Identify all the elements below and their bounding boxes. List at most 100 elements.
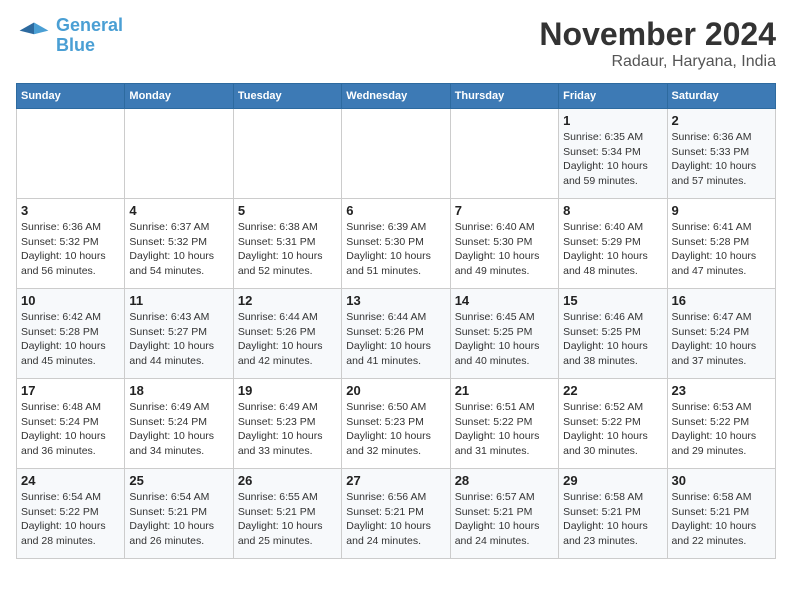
day-number: 12 [238, 293, 337, 308]
day-info: Sunrise: 6:44 AMSunset: 5:26 PMDaylight:… [346, 310, 445, 369]
calendar-cell: 18Sunrise: 6:49 AMSunset: 5:24 PMDayligh… [125, 379, 233, 469]
day-info: Sunrise: 6:57 AMSunset: 5:21 PMDaylight:… [455, 490, 554, 549]
calendar-cell: 4 Sunrise: 6:37 AMSunset: 5:32 PMDaylight… [125, 199, 233, 289]
day-number: 3 [21, 203, 120, 218]
logo-icon [16, 18, 52, 54]
day-info: Sunrise: 6:36 AMSunset: 5:32 PMDaylight:… [21, 220, 120, 279]
day-info: Sunrise: 6:38 AMSunset: 5:31 PMDaylight:… [238, 220, 337, 279]
day-number: 2 [672, 113, 771, 128]
day-info: Sunrise: 6:40 AMSunset: 5:29 PMDaylight:… [563, 220, 662, 279]
calendar-cell: 23 Sunrise: 6:53 AMSunset: 5:22 PMDayligh… [667, 379, 775, 469]
location: Radaur, Haryana, India [539, 53, 776, 71]
logo-text: General Blue [56, 16, 123, 56]
calendar-cell: 5 Sunrise: 6:38 AMSunset: 5:31 PMDaylight… [233, 199, 341, 289]
calendar-cell: 15 Sunrise: 6:46 AMSunset: 5:25 PMDayligh… [559, 289, 667, 379]
day-info: Sunrise: 6:54 AMSunset: 5:21 PMDaylight:… [129, 490, 228, 549]
day-number: 22 [563, 383, 662, 398]
day-number: 20 [346, 383, 445, 398]
calendar-cell [233, 109, 341, 199]
day-info: Sunrise: 6:56 AMSunset: 5:21 PMDaylight:… [346, 490, 445, 549]
day-number: 11 [129, 293, 228, 308]
day-info: Sunrise: 6:45 AMSunset: 5:25 PMDaylight:… [455, 310, 554, 369]
day-number: 26 [238, 473, 337, 488]
day-info: Sunrise: 6:42 AMSunset: 5:28 PMDaylight:… [21, 310, 120, 369]
calendar-cell [17, 109, 125, 199]
day-number: 17 [21, 383, 120, 398]
day-info: Sunrise: 6:53 AMSunset: 5:22 PMDaylight:… [672, 400, 771, 459]
day-info: Sunrise: 6:35 AMSunset: 5:34 PMDaylight:… [563, 130, 662, 189]
day-info: Sunrise: 6:52 AMSunset: 5:22 PMDaylight:… [563, 400, 662, 459]
calendar-cell: 20 Sunrise: 6:50 AMSunset: 5:23 PMDayligh… [342, 379, 450, 469]
day-info: Sunrise: 6:39 AMSunset: 5:30 PMDaylight:… [346, 220, 445, 279]
day-number: 24 [21, 473, 120, 488]
day-number: 23 [672, 383, 771, 398]
day-number: 29 [563, 473, 662, 488]
calendar-cell: 14Sunrise: 6:45 AMSunset: 5:25 PMDayligh… [450, 289, 558, 379]
calendar-cell: 28 Sunrise: 6:57 AMSunset: 5:21 PMDayligh… [450, 469, 558, 559]
weekday-header: Saturday [667, 84, 775, 109]
day-number: 25 [129, 473, 228, 488]
calendar-cell: 2 Sunrise: 6:36 AMSunset: 5:33 PMDaylight… [667, 109, 775, 199]
day-number: 8 [563, 203, 662, 218]
day-number: 15 [563, 293, 662, 308]
weekday-header: Wednesday [342, 84, 450, 109]
calendar-cell: 13 Sunrise: 6:44 AMSunset: 5:26 PMDayligh… [342, 289, 450, 379]
day-info: Sunrise: 6:48 AMSunset: 5:24 PMDaylight:… [21, 400, 120, 459]
day-number: 7 [455, 203, 554, 218]
day-number: 21 [455, 383, 554, 398]
day-info: Sunrise: 6:41 AMSunset: 5:28 PMDaylight:… [672, 220, 771, 279]
day-number: 27 [346, 473, 445, 488]
day-info: Sunrise: 6:54 AMSunset: 5:22 PMDaylight:… [21, 490, 120, 549]
day-number: 6 [346, 203, 445, 218]
calendar-cell: 1 Sunrise: 6:35 AMSunset: 5:34 PMDaylight… [559, 109, 667, 199]
calendar-cell: 17 Sunrise: 6:48 AMSunset: 5:24 PMDayligh… [17, 379, 125, 469]
calendar-cell: 29 Sunrise: 6:58 AMSunset: 5:21 PMDayligh… [559, 469, 667, 559]
day-number: 4 [129, 203, 228, 218]
day-number: 13 [346, 293, 445, 308]
calendar-cell: 7Sunrise: 6:40 AMSunset: 5:30 PMDaylight… [450, 199, 558, 289]
calendar-cell: 10 Sunrise: 6:42 AMSunset: 5:28 PMDayligh… [17, 289, 125, 379]
day-info: Sunrise: 6:50 AMSunset: 5:23 PMDaylight:… [346, 400, 445, 459]
calendar-cell: 6 Sunrise: 6:39 AMSunset: 5:30 PMDaylight… [342, 199, 450, 289]
weekday-header: Tuesday [233, 84, 341, 109]
page-header: General Blue November 2024 Radaur, Harya… [16, 16, 776, 71]
calendar-cell: 21 Sunrise: 6:51 AMSunset: 5:22 PMDayligh… [450, 379, 558, 469]
weekday-header: Friday [559, 84, 667, 109]
day-info: Sunrise: 6:58 AMSunset: 5:21 PMDaylight:… [672, 490, 771, 549]
weekday-header: Sunday [17, 84, 125, 109]
day-info: Sunrise: 6:51 AMSunset: 5:22 PMDaylight:… [455, 400, 554, 459]
calendar-cell: 19 Sunrise: 6:49 AMSunset: 5:23 PMDayligh… [233, 379, 341, 469]
calendar-cell: 3 Sunrise: 6:36 AMSunset: 5:32 PMDaylight… [17, 199, 125, 289]
calendar-cell [342, 109, 450, 199]
calendar-cell: 8 Sunrise: 6:40 AMSunset: 5:29 PMDaylight… [559, 199, 667, 289]
day-number: 5 [238, 203, 337, 218]
title-block: November 2024 Radaur, Haryana, India [539, 16, 776, 71]
calendar-cell: 26Sunrise: 6:55 AMSunset: 5:21 PMDayligh… [233, 469, 341, 559]
day-info: Sunrise: 6:36 AMSunset: 5:33 PMDaylight:… [672, 130, 771, 189]
day-number: 28 [455, 473, 554, 488]
day-number: 1 [563, 113, 662, 128]
calendar-cell: 12 Sunrise: 6:44 AMSunset: 5:26 PMDayligh… [233, 289, 341, 379]
calendar-cell [125, 109, 233, 199]
weekday-header: Monday [125, 84, 233, 109]
month-title: November 2024 [539, 16, 776, 53]
day-number: 9 [672, 203, 771, 218]
calendar-cell: 22 Sunrise: 6:52 AMSunset: 5:22 PMDayligh… [559, 379, 667, 469]
calendar-cell: 24 Sunrise: 6:54 AMSunset: 5:22 PMDayligh… [17, 469, 125, 559]
day-info: Sunrise: 6:44 AMSunset: 5:26 PMDaylight:… [238, 310, 337, 369]
calendar-cell: 16 Sunrise: 6:47 AMSunset: 5:24 PMDayligh… [667, 289, 775, 379]
day-info: Sunrise: 6:37 AMSunset: 5:32 PMDaylight:… [129, 220, 228, 279]
day-info: Sunrise: 6:49 AMSunset: 5:23 PMDaylight:… [238, 400, 337, 459]
day-info: Sunrise: 6:47 AMSunset: 5:24 PMDaylight:… [672, 310, 771, 369]
calendar-cell: 27 Sunrise: 6:56 AMSunset: 5:21 PMDayligh… [342, 469, 450, 559]
calendar-cell: 11Sunrise: 6:43 AMSunset: 5:27 PMDayligh… [125, 289, 233, 379]
logo-blue: Blue [56, 35, 95, 55]
day-info: Sunrise: 6:46 AMSunset: 5:25 PMDaylight:… [563, 310, 662, 369]
logo: General Blue [16, 16, 123, 56]
day-number: 19 [238, 383, 337, 398]
day-number: 10 [21, 293, 120, 308]
day-info: Sunrise: 6:58 AMSunset: 5:21 PMDaylight:… [563, 490, 662, 549]
day-number: 16 [672, 293, 771, 308]
day-number: 30 [672, 473, 771, 488]
calendar-cell: 9 Sunrise: 6:41 AMSunset: 5:28 PMDaylight… [667, 199, 775, 289]
